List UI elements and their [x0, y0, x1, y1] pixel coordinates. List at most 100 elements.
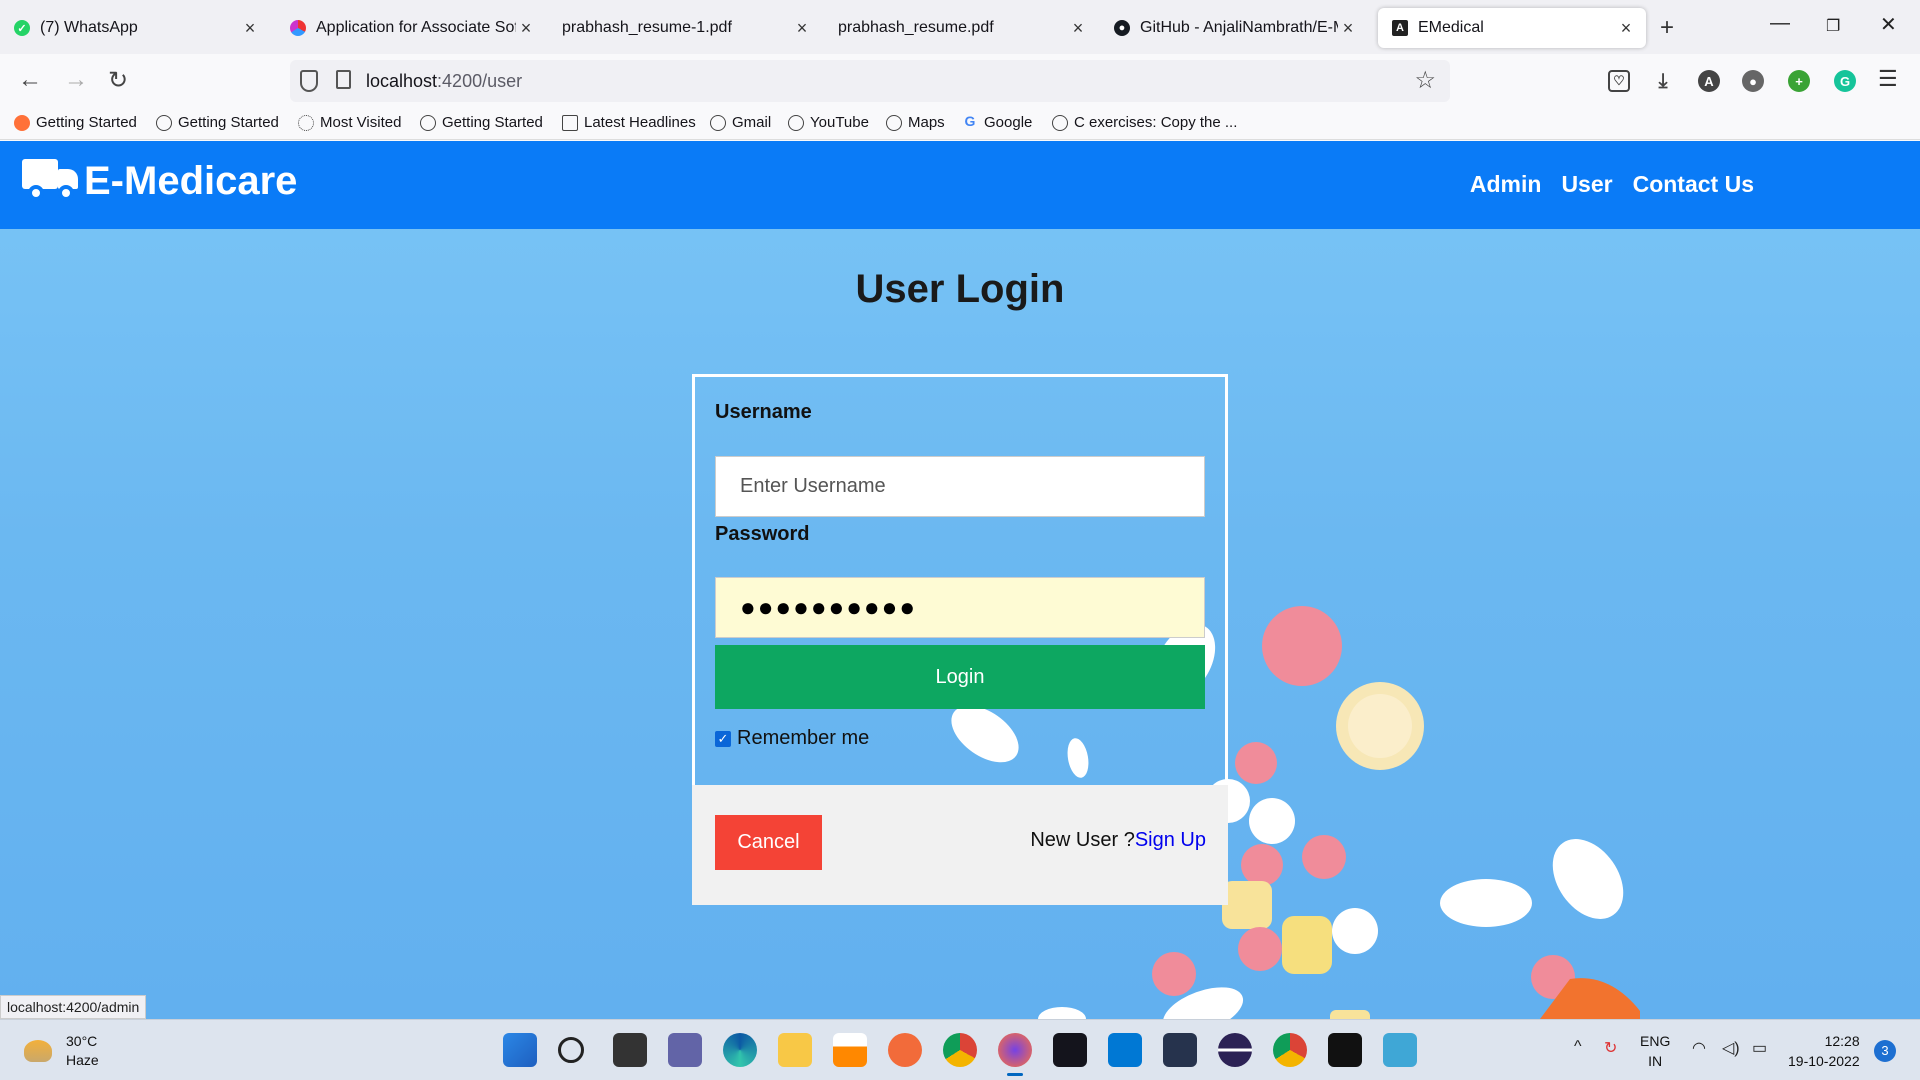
password-input[interactable]: [715, 577, 1205, 638]
bookmark-item[interactable]: Maps: [886, 114, 945, 131]
pill-yellow-center: [1348, 694, 1412, 758]
remember-label: Remember me: [737, 727, 870, 749]
clock[interactable]: 12:28 19-10-2022: [1788, 1031, 1860, 1071]
username-input[interactable]: [715, 456, 1205, 517]
remember-me[interactable]: ✓ Remember me: [715, 727, 869, 750]
tab-title: EMedical: [1418, 19, 1484, 36]
eclipse-icon[interactable]: [1218, 1033, 1252, 1067]
wifi-icon[interactable]: ◠: [1692, 1038, 1706, 1058]
nav-contact-us[interactable]: Contact Us: [1633, 171, 1754, 198]
status-url-tooltip: localhost:4200/admin: [0, 995, 147, 1019]
minimize-button[interactable]: —: [1770, 12, 1790, 35]
pill-capsule: [1222, 881, 1272, 929]
close-icon[interactable]: ×: [1068, 18, 1088, 39]
firefox-icon: [14, 114, 30, 131]
sql-developer-icon[interactable]: [1163, 1033, 1197, 1067]
firefox-icon[interactable]: [998, 1033, 1032, 1076]
tab-title: prabhash_resume.pdf: [838, 19, 994, 36]
url-text[interactable]: localhost:4200/user: [366, 71, 522, 92]
vscode-icon[interactable]: [1108, 1033, 1142, 1067]
pill-capsule: [1330, 1010, 1370, 1019]
search-icon[interactable]: [558, 1037, 584, 1063]
weather-widget[interactable]: 30°C Haze: [24, 1032, 99, 1070]
menu-icon[interactable]: ☰: [1878, 66, 1898, 92]
new-user-text: New User ?: [1030, 829, 1135, 851]
bookmark-item[interactable]: Most Visited: [298, 114, 401, 131]
volume-icon[interactable]: ◁): [1722, 1038, 1740, 1058]
tab-whatsapp[interactable]: ✓ (7) WhatsApp ×: [0, 8, 270, 48]
bookmark-item[interactable]: YouTube: [788, 114, 869, 131]
signup-link[interactable]: Sign Up: [1135, 829, 1206, 851]
pill-white: [1249, 798, 1295, 844]
teams-icon[interactable]: [668, 1033, 702, 1067]
bookmark-item[interactable]: Gmail: [710, 114, 771, 131]
login-card: Username Password Login ✓ Remember me Ca…: [692, 374, 1228, 905]
pill-pink: [1238, 927, 1282, 971]
tab-emedical[interactable]: A EMedical ×: [1378, 8, 1646, 48]
tab-application[interactable]: Application for Associate Softw ×: [276, 8, 546, 48]
language-indicator[interactable]: ENG IN: [1640, 1031, 1670, 1071]
login-button[interactable]: Login: [715, 645, 1205, 709]
forward-button[interactable]: →: [64, 66, 88, 94]
pill-white: [1038, 1007, 1086, 1019]
bookmark-item[interactable]: Getting Started: [156, 114, 279, 131]
tab-resume[interactable]: prabhash_resume.pdf ×: [824, 8, 1098, 48]
file-explorer-icon[interactable]: [778, 1033, 812, 1067]
notepad-icon[interactable]: [1383, 1033, 1417, 1067]
bookmark-star-icon[interactable]: ☆: [1414, 66, 1436, 95]
brand-logo[interactable]: E-Medicare: [20, 155, 297, 207]
reload-button[interactable]: ↻: [108, 66, 128, 95]
task-view-icon[interactable]: [613, 1033, 647, 1067]
close-icon[interactable]: ×: [792, 18, 812, 39]
nav-user[interactable]: User: [1561, 171, 1612, 198]
clock-date: 19-10-2022: [1788, 1053, 1860, 1069]
terminal-icon[interactable]: [1328, 1033, 1362, 1067]
window-close-button[interactable]: ✕: [1880, 12, 1897, 37]
add-extension-icon[interactable]: +: [1788, 70, 1810, 92]
restore-button[interactable]: ❐: [1826, 16, 1840, 36]
address-bar[interactable]: localhost:4200/user ☆: [290, 60, 1450, 102]
postman-icon[interactable]: [888, 1033, 922, 1067]
github-icon: ●: [1114, 20, 1130, 36]
chevron-up-icon[interactable]: ^: [1574, 1038, 1582, 1056]
bookmark-item[interactable]: Latest Headlines: [562, 114, 696, 131]
remember-checkbox[interactable]: ✓: [715, 730, 731, 747]
close-icon[interactable]: ×: [516, 18, 536, 39]
close-icon[interactable]: ×: [1338, 18, 1358, 39]
folder-icon: [562, 114, 578, 131]
grammarly-icon[interactable]: G: [1834, 70, 1856, 92]
bookmark-item[interactable]: G Google: [962, 112, 1033, 132]
start-icon[interactable]: [503, 1033, 537, 1067]
new-tab-button[interactable]: +: [1660, 14, 1674, 42]
bookmark-label: Getting Started: [178, 114, 279, 131]
bookmark-item[interactable]: Getting Started: [420, 114, 543, 131]
extension-icon[interactable]: ●: [1742, 70, 1764, 92]
google-icon: G: [964, 112, 976, 129]
vlc-icon[interactable]: [833, 1033, 867, 1067]
notification-badge[interactable]: 3: [1874, 1040, 1896, 1062]
weather-temp: 30°C: [66, 1033, 98, 1049]
account-icon[interactable]: A: [1698, 70, 1720, 92]
close-icon[interactable]: ×: [240, 18, 260, 39]
login-card-footer: Cancel New User ?Sign Up: [692, 785, 1228, 905]
shield-icon[interactable]: [300, 70, 318, 92]
chrome-icon[interactable]: [1273, 1033, 1307, 1067]
edge-icon[interactable]: [723, 1033, 757, 1067]
pill-pink: [1302, 835, 1346, 879]
webex-icon[interactable]: [1053, 1033, 1087, 1067]
weather-desc: Haze: [66, 1052, 99, 1068]
downloads-icon[interactable]: ⤓: [1652, 70, 1674, 92]
nav-admin[interactable]: Admin: [1470, 171, 1542, 198]
bookmark-item[interactable]: Getting Started: [14, 114, 137, 131]
chrome-icon[interactable]: [943, 1033, 977, 1067]
close-icon[interactable]: ×: [1616, 18, 1636, 39]
cancel-button[interactable]: Cancel: [715, 815, 822, 870]
tab-resume-1[interactable]: prabhash_resume-1.pdf ×: [548, 8, 822, 48]
back-button[interactable]: ←: [18, 66, 42, 94]
battery-icon[interactable]: ▭: [1752, 1038, 1767, 1058]
bookmark-label: Maps: [908, 114, 945, 131]
tab-github[interactable]: ● GitHub - AnjaliNambrath/E-Me ×: [1100, 8, 1368, 48]
sync-icon[interactable]: ↻: [1604, 1038, 1617, 1058]
bookmark-item[interactable]: C exercises: Copy the ...: [1052, 114, 1237, 131]
pocket-icon[interactable]: ♡: [1608, 70, 1630, 92]
